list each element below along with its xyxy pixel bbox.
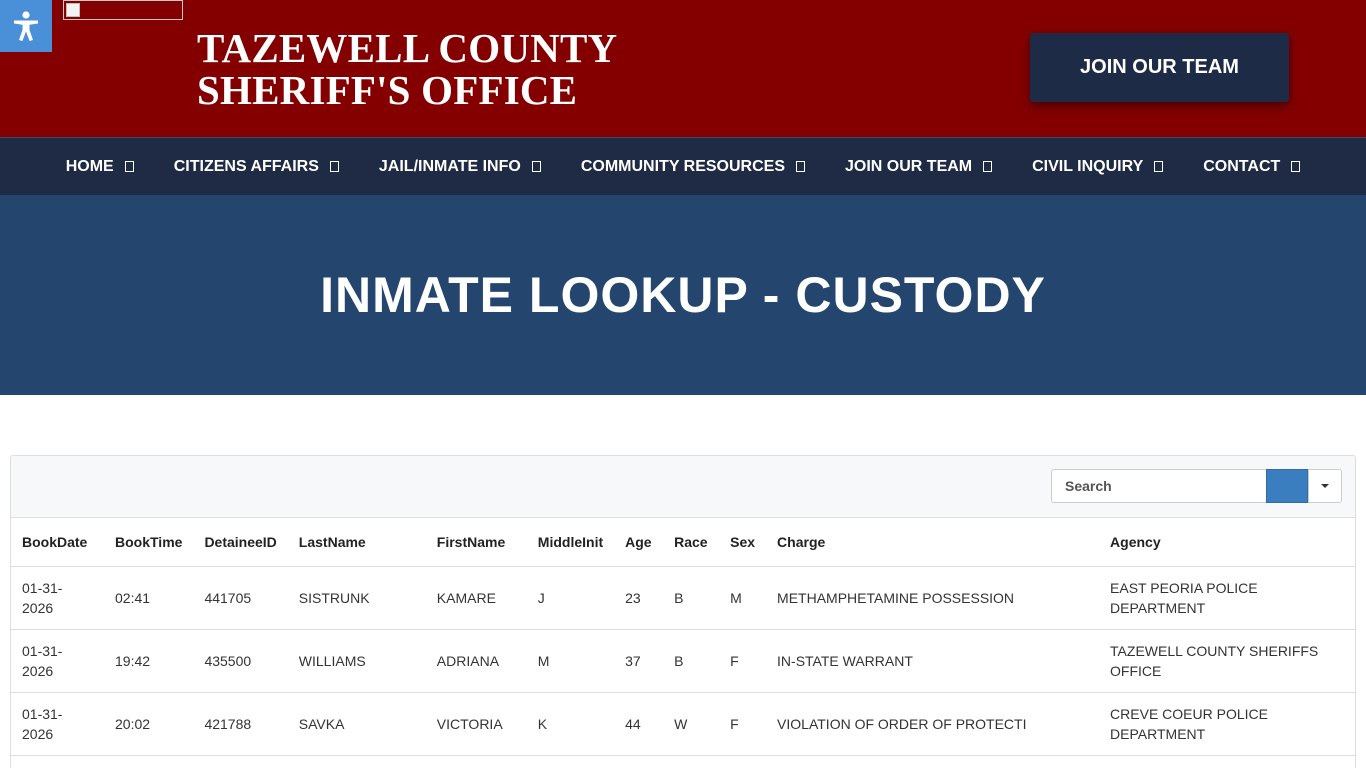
dropdown-icon (1291, 161, 1301, 172)
cell-sex: F (719, 692, 767, 756)
column-header-booktime[interactable]: BookTime (104, 518, 194, 567)
column-header-agency[interactable]: Agency (1099, 518, 1355, 567)
accessibility-button[interactable] (0, 0, 52, 52)
table-row[interactable]: 01-31-2026 20:02 421788 SAVKA VICTORIA K… (11, 692, 1355, 756)
cell-race: B (663, 566, 720, 630)
cell-detaineeid: 421788 (193, 692, 288, 756)
cell-detaineeid: 435500 (193, 629, 288, 693)
site-title[interactable]: TAZEWELL COUNTY SHERIFF'S OFFICE (197, 27, 617, 111)
cell-charge: METHAMPHETAMINE POSSESSION (766, 566, 1100, 630)
cell-lastname: WILLIAMS (287, 629, 426, 693)
nav-item-label: COMMUNITY RESOURCES (580, 157, 785, 175)
main-nav: HOME CITIZENS AFFAIRS JAIL/INMATE INFO C… (0, 137, 1366, 195)
cell-sex: F (719, 629, 767, 693)
site-header: TAZEWELL COUNTY SHERIFF'S OFFICE JOIN OU… (0, 0, 1366, 137)
column-header-race[interactable]: Race (663, 518, 720, 567)
cell-middleinit: M (526, 629, 615, 693)
cell-lastname: SISTRUNK (287, 566, 426, 630)
cell-race: B (663, 629, 720, 693)
table-row[interactable]: 01-31-2026 19:42 435500 WILLIAMS ADRIANA… (11, 629, 1355, 693)
site-title-line-1: TAZEWELL COUNTY (197, 25, 618, 71)
nav-item-label: CONTACT (1203, 157, 1281, 175)
broken-image-icon (66, 3, 80, 17)
table-toolbar (11, 456, 1355, 518)
cell-bookdate: 01-31-2026 (11, 692, 104, 756)
cell-bookdate: 01-31-2026 (11, 629, 104, 693)
search-options-dropdown[interactable] (1308, 469, 1342, 503)
column-header-lastname[interactable]: LastName (287, 518, 426, 567)
site-title-line-2: SHERIFF'S OFFICE (197, 67, 578, 113)
column-header-charge[interactable]: Charge (766, 518, 1100, 567)
dropdown-icon (124, 161, 134, 172)
column-header-middleinit[interactable]: MiddleInit (526, 518, 615, 567)
nav-item-label: CIVIL INQUIRY (1032, 157, 1144, 175)
search-input[interactable] (1051, 469, 1266, 503)
column-header-firstname[interactable]: FirstName (425, 518, 527, 567)
nav-item-label: JAIL/INMATE INFO (378, 157, 521, 175)
cell-middleinit: J (526, 566, 615, 630)
cell-sex: M (719, 566, 767, 630)
cell-firstname: ADRIANA (425, 629, 527, 693)
nav-item-label: HOME (65, 157, 114, 175)
nav-item-label: JOIN OUR TEAM (845, 157, 973, 175)
cell-agency: CREVE COEUR POLICE DEPARTMENT (1099, 692, 1355, 756)
dropdown-icon (329, 161, 339, 172)
dropdown-icon (796, 161, 805, 172)
cell-lastname: SAVKA (287, 692, 426, 756)
cell-firstname: KAMARE (425, 566, 527, 630)
dropdown-icon (983, 161, 993, 172)
cell-age: 37 (614, 629, 664, 693)
column-header-age[interactable]: Age (614, 518, 664, 567)
search-button[interactable] (1266, 469, 1308, 503)
nav-item-join-our-team[interactable]: JOIN OUR TEAM (825, 138, 1012, 196)
cell-booktime: 20:02 (104, 692, 194, 756)
column-header-detaineeid[interactable]: DetaineeID (193, 518, 288, 567)
accessibility-person-icon (14, 11, 38, 41)
inmate-table-panel: BookDate BookTime DetaineeID LastName Fi… (10, 455, 1356, 768)
table-header-row: BookDate BookTime DetaineeID LastName Fi… (11, 518, 1355, 567)
cell-firstname: VICTORIA (425, 692, 527, 756)
inmate-table: BookDate BookTime DetaineeID LastName Fi… (11, 518, 1355, 756)
cell-charge: IN-STATE WARRANT (766, 629, 1100, 693)
cell-age: 44 (614, 692, 664, 756)
cell-charge: VIOLATION OF ORDER OF PROTECTI (766, 692, 1100, 756)
cell-race: W (663, 692, 720, 756)
nav-item-contact[interactable]: CONTACT (1183, 138, 1320, 196)
cell-bookdate: 01-31-2026 (11, 566, 104, 630)
cell-detaineeid: 441705 (193, 566, 288, 630)
dropdown-icon (1154, 161, 1164, 172)
nav-item-citizens-affairs[interactable]: CITIZENS AFFAIRS (154, 138, 359, 196)
cell-age: 23 (614, 566, 664, 630)
site-logo-image[interactable] (63, 0, 183, 20)
table-row[interactable]: 01-31-2026 02:41 441705 SISTRUNK KAMARE … (11, 566, 1355, 630)
join-our-team-button[interactable]: JOIN OUR TEAM (1030, 33, 1289, 102)
nav-item-home[interactable]: HOME (46, 138, 154, 196)
cell-booktime: 02:41 (104, 566, 194, 630)
caret-down-icon (1321, 484, 1329, 488)
dropdown-icon (531, 161, 541, 172)
nav-item-community-resources[interactable]: COMMUNITY RESOURCES (561, 138, 825, 196)
nav-item-jail-inmate-info[interactable]: JAIL/INMATE INFO (359, 138, 561, 196)
column-header-sex[interactable]: Sex (719, 518, 767, 567)
nav-item-civil-inquiry[interactable]: CIVIL INQUIRY (1012, 138, 1183, 196)
page-banner: INMATE LOOKUP - CUSTODY (0, 195, 1366, 395)
cell-booktime: 19:42 (104, 629, 194, 693)
cell-middleinit: K (526, 692, 615, 756)
cell-agency: TAZEWELL COUNTY SHERIFFS OFFICE (1099, 629, 1355, 693)
search-group (1051, 469, 1342, 503)
cell-agency: EAST PEORIA POLICE DEPARTMENT (1099, 566, 1355, 630)
nav-item-label: CITIZENS AFFAIRS (173, 157, 319, 175)
page-title: INMATE LOOKUP - CUSTODY (320, 267, 1046, 323)
column-header-bookdate[interactable]: BookDate (11, 518, 104, 567)
